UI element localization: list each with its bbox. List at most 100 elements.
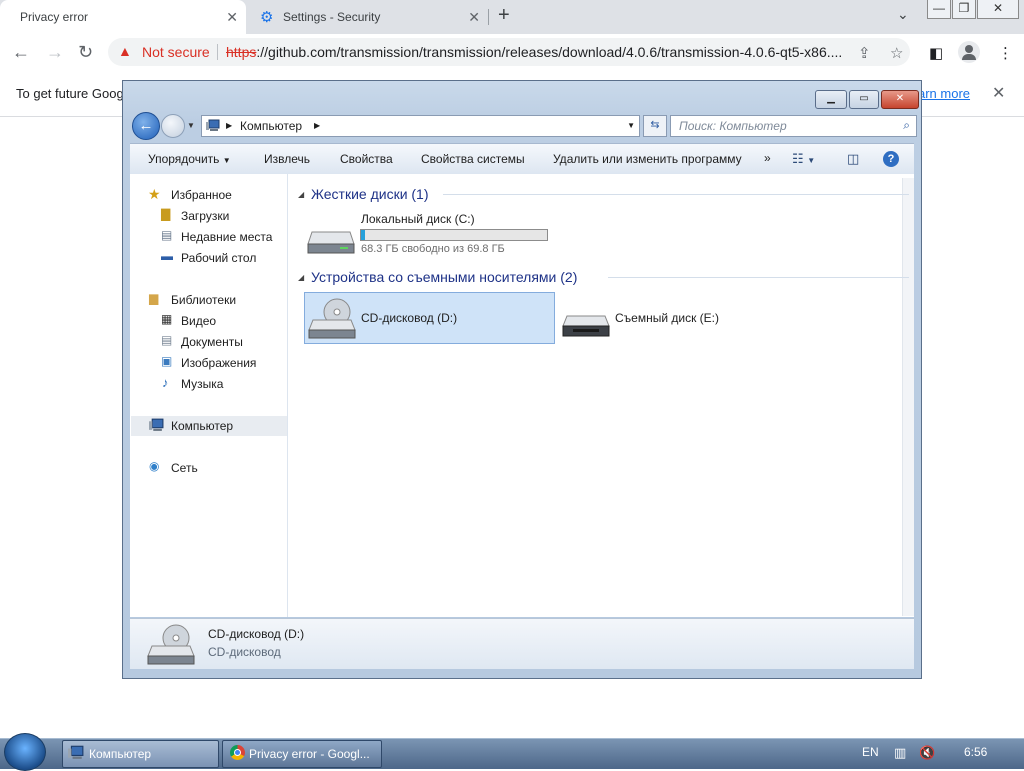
minimize-button[interactable]: —: [927, 0, 951, 19]
desktop-icon: ▬: [161, 249, 173, 263]
nav-computer[interactable]: Компьютер: [171, 419, 233, 433]
vertical-scrollbar[interactable]: [902, 178, 914, 616]
kebab-menu-icon[interactable]: ⋮: [998, 44, 1013, 62]
tab-settings-security[interactable]: ⚙ Settings - Security ✕: [248, 0, 488, 34]
profile-icon[interactable]: [958, 41, 980, 63]
back-arrow-icon[interactable]: ←: [12, 42, 30, 63]
reload-icon[interactable]: ↻: [78, 42, 93, 63]
security-chip[interactable]: Not secure: [142, 44, 210, 60]
removable-drive-icon[interactable]: [561, 312, 611, 340]
nav-network[interactable]: Сеть: [171, 461, 198, 475]
taskbar-item-computer[interactable]: Компьютер: [62, 740, 219, 768]
music-icon: ♪: [162, 375, 169, 390]
chevron-down-icon[interactable]: ⌄: [897, 6, 909, 23]
group-divider: [443, 194, 909, 195]
star-icon[interactable]: ☆: [890, 44, 903, 62]
infobar-close-icon[interactable]: ✕: [992, 83, 1005, 103]
warning-icon: ▲: [118, 43, 132, 59]
hard-drive-icon[interactable]: [306, 226, 356, 256]
tab-title: Privacy error: [20, 10, 89, 24]
address-dropdown-icon[interactable]: ▼: [627, 121, 635, 130]
forward-arrow-icon[interactable]: →: [46, 42, 64, 63]
details-pane: [130, 618, 914, 669]
forward-button[interactable]: [161, 114, 185, 138]
language-indicator[interactable]: EN: [862, 745, 879, 759]
nav-desktop[interactable]: Рабочий стол: [181, 251, 256, 265]
tab-divider: [488, 9, 489, 25]
gear-icon: ⚙: [260, 9, 274, 26]
side-panel-icon[interactable]: ◧: [929, 44, 943, 62]
url-rest: ://github.com/transmission/transmission/…: [256, 44, 843, 60]
organize-menu[interactable]: Упорядочить ▼: [148, 152, 231, 166]
system-properties-button[interactable]: Свойства системы: [421, 152, 525, 166]
drive-c-usage-bar: [360, 229, 548, 241]
documents-icon: ▤: [161, 333, 173, 347]
breadcrumb-separator-icon[interactable]: ▶: [314, 121, 320, 130]
infobar-message: To get future Goog: [16, 86, 124, 101]
computer-icon: [68, 745, 84, 759]
learn-more-link[interactable]: arn more: [918, 86, 970, 101]
back-arrow-icon[interactable]: ←: [132, 112, 160, 140]
recent-places-icon: ▤: [161, 228, 173, 242]
start-button[interactable]: [4, 733, 46, 771]
search-icon[interactable]: ⌕: [903, 118, 910, 133]
share-icon[interactable]: ⇪: [858, 44, 871, 62]
nav-recent-places[interactable]: Недавние места: [181, 230, 272, 244]
chrome-icon: [230, 745, 245, 760]
nav-images[interactable]: Изображения: [181, 356, 256, 370]
close-button[interactable]: ✕: [881, 90, 919, 109]
breadcrumb-computer[interactable]: Компьютер: [240, 119, 302, 133]
maximize-button[interactable]: ▭: [849, 90, 879, 109]
drive-c-name[interactable]: Локальный диск (C:): [361, 212, 475, 226]
tab-close-icon[interactable]: ✕: [468, 9, 480, 26]
new-tab-button[interactable]: +: [498, 4, 510, 27]
properties-button[interactable]: Свойства: [340, 152, 393, 166]
nav-favorites[interactable]: Избранное: [171, 188, 232, 202]
drive-d-name: CD-дисковод (D:): [361, 311, 458, 325]
url-scheme: https: [226, 44, 257, 60]
group-removable[interactable]: Устройства со съемными носителями (2): [311, 269, 577, 285]
search-input[interactable]: Поиск: Компьютер ⌕: [670, 115, 917, 137]
cd-drive-icon: [308, 298, 356, 339]
chevron-down-icon: ▼: [222, 156, 231, 165]
restore-button[interactable]: ❐: [952, 0, 976, 19]
view-options-icon[interactable]: ☷ ▼: [792, 151, 815, 167]
refresh-icon[interactable]: ⇆: [643, 115, 667, 137]
help-icon[interactable]: ?: [883, 151, 899, 167]
nav-video[interactable]: Видео: [181, 314, 216, 328]
collapse-group-icon[interactable]: ◢: [298, 273, 304, 282]
minimize-button[interactable]: ▁: [815, 90, 847, 109]
more-commands-icon[interactable]: »: [764, 151, 771, 165]
group-divider: [608, 277, 909, 278]
nav-music[interactable]: Музыка: [181, 377, 223, 391]
volume-muted-icon[interactable]: 🔇: [919, 745, 935, 761]
drive-c-free-space: 68.3 ГБ свободно из 69.8 ГБ: [361, 243, 505, 255]
url-divider: [217, 44, 218, 60]
nav-libraries[interactable]: Библиотеки: [171, 293, 236, 307]
group-hard-disks[interactable]: Жесткие диски (1): [311, 186, 429, 202]
recent-pages-dropdown-icon[interactable]: ▼: [187, 121, 195, 130]
preview-pane-icon[interactable]: ◫: [847, 151, 859, 167]
tab-close-icon[interactable]: ✕: [226, 9, 238, 26]
taskbar-item-chrome[interactable]: Privacy error - Googl...: [222, 740, 382, 768]
star-icon: ★: [148, 186, 161, 202]
network-icon: ◉: [149, 459, 160, 473]
taskbar-item-label: Privacy error - Googl...: [249, 747, 370, 761]
nav-documents[interactable]: Документы: [181, 335, 243, 349]
nav-downloads[interactable]: Загрузки: [181, 209, 229, 223]
explorer-address-bar[interactable]: ▶ Компьютер ▶ ▼: [201, 115, 640, 137]
cd-drive-icon: [147, 624, 195, 665]
images-icon: ▣: [161, 354, 173, 368]
downloads-icon: ▇: [161, 207, 171, 221]
collapse-group-icon[interactable]: ◢: [298, 190, 304, 199]
drive-e-name[interactable]: Съемный диск (E:): [615, 311, 719, 325]
uninstall-program-button[interactable]: Удалить или изменить программу: [553, 152, 742, 166]
close-button[interactable]: ✕: [977, 0, 1019, 19]
tab-privacy-error[interactable]: Privacy error ✕: [0, 0, 246, 34]
breadcrumb-separator-icon[interactable]: ▶: [226, 121, 232, 130]
network-tray-icon[interactable]: ▥: [894, 745, 906, 761]
eject-button[interactable]: Извлечь: [264, 152, 310, 166]
url-text[interactable]: https://github.com/transmission/transmis…: [226, 44, 842, 60]
clock[interactable]: 6:56: [964, 745, 987, 759]
libraries-icon: ▆: [149, 291, 159, 305]
